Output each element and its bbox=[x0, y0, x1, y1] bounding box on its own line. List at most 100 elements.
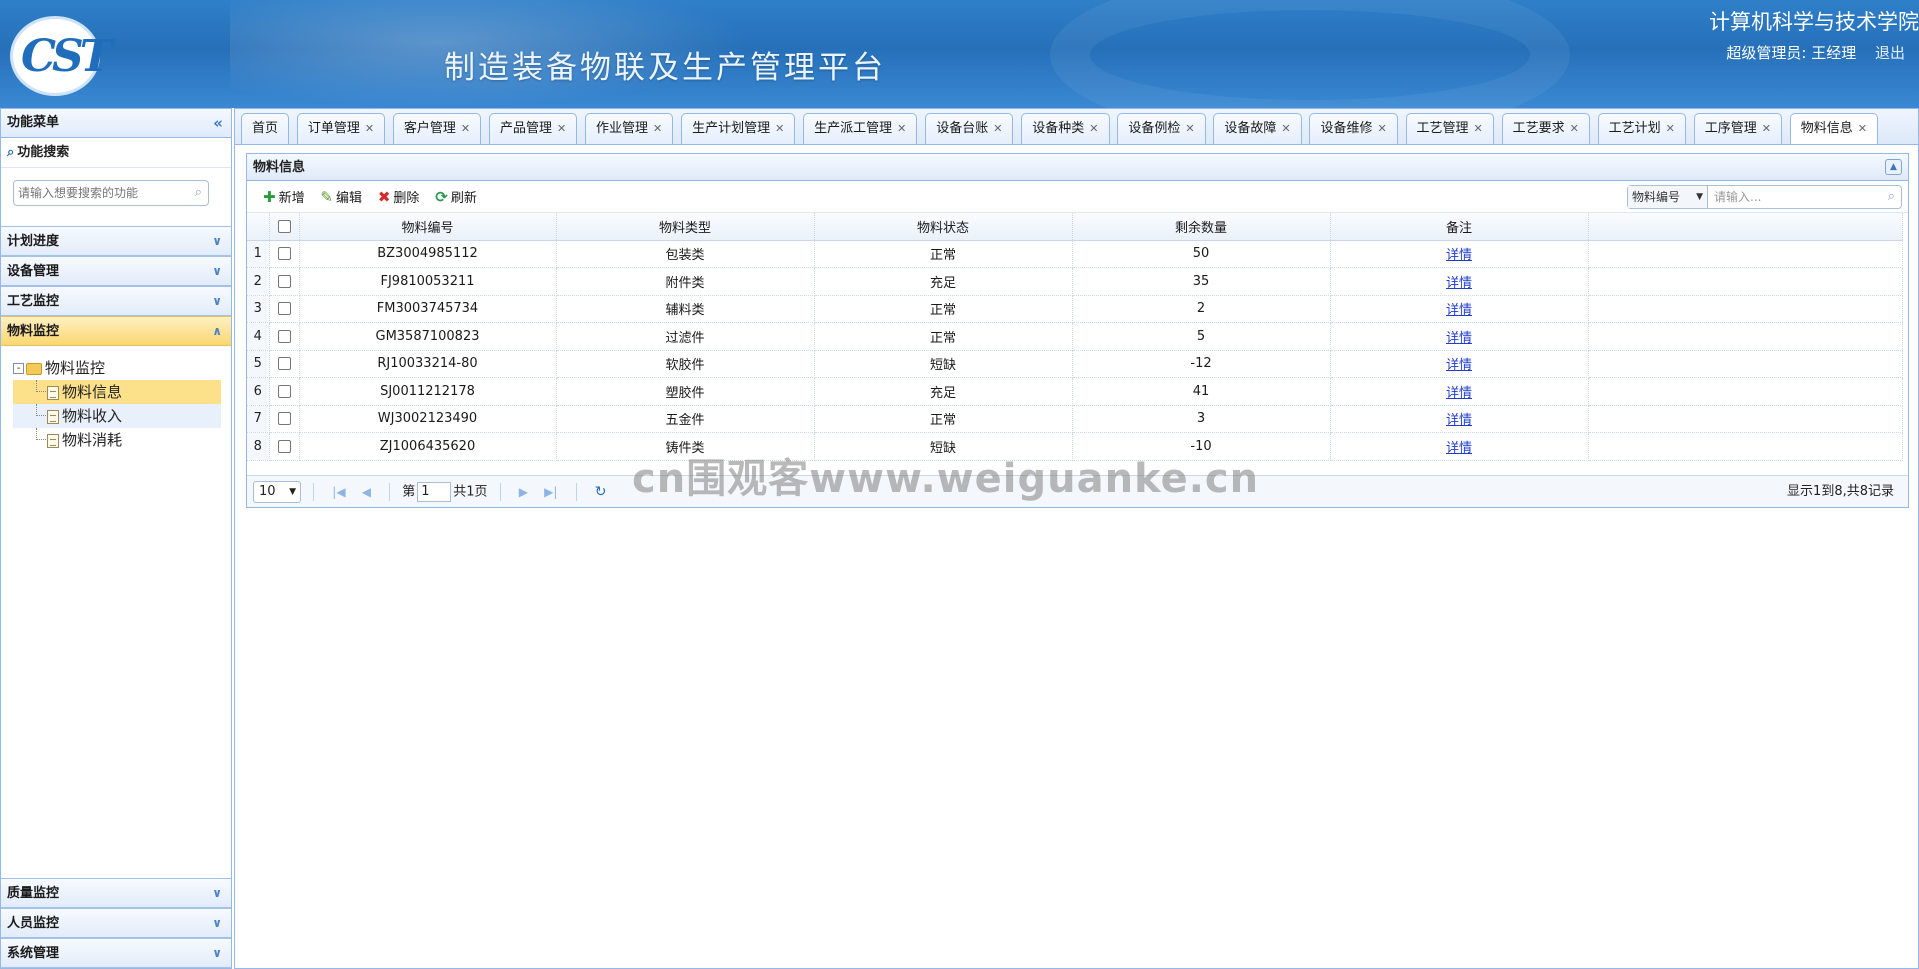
close-icon[interactable]: ✕ bbox=[653, 122, 662, 135]
collapse-sidebar-icon[interactable]: « bbox=[213, 109, 223, 137]
close-icon[interactable]: ✕ bbox=[775, 122, 784, 135]
row-checkbox-cell[interactable] bbox=[269, 322, 300, 351]
menu-group-quality[interactable]: 质量监控 ∨ bbox=[1, 878, 231, 908]
search-icon[interactable]: ⌕ bbox=[195, 185, 202, 200]
close-icon[interactable]: ✕ bbox=[1570, 122, 1579, 135]
tab-equipment-types[interactable]: 设备种类 ✕ bbox=[1021, 113, 1110, 144]
details-link[interactable]: 详情 bbox=[1446, 248, 1472, 263]
edit-button[interactable]: ✎ 编辑 bbox=[320, 181, 362, 215]
tab-equipment-faults[interactable]: 设备故障 ✕ bbox=[1213, 113, 1302, 144]
row-checkbox[interactable] bbox=[277, 357, 291, 371]
close-icon[interactable]: ✕ bbox=[557, 122, 566, 135]
column-header-type[interactable]: 物料类型 bbox=[556, 213, 815, 241]
row-checkbox[interactable] bbox=[277, 412, 291, 426]
select-all-checkbox-cell[interactable] bbox=[269, 213, 300, 241]
column-header-code[interactable]: 物料编号 bbox=[299, 213, 557, 241]
search-icon[interactable]: ⌕ bbox=[1888, 186, 1895, 208]
table-row[interactable]: 6 SJ0011212178 塑胶件 充足 41 详情 bbox=[247, 377, 1903, 406]
column-header-quantity[interactable]: 剩余数量 bbox=[1072, 213, 1331, 241]
tab-home[interactable]: 首页 bbox=[241, 113, 290, 144]
row-checkbox[interactable] bbox=[277, 274, 291, 288]
select-all-checkbox[interactable] bbox=[277, 219, 291, 233]
table-row[interactable]: 4 GM3587100823 过滤件 正常 5 详情 bbox=[247, 322, 1903, 351]
tab-equipment-repair[interactable]: 设备维修 ✕ bbox=[1309, 113, 1398, 144]
close-icon[interactable]: ✕ bbox=[1858, 122, 1867, 135]
collapse-node-icon[interactable]: - bbox=[13, 363, 24, 374]
close-icon[interactable]: ✕ bbox=[993, 122, 1002, 135]
tree-root-material[interactable]: - 物料监控 bbox=[13, 356, 231, 380]
function-search-box[interactable]: ⌕ bbox=[13, 180, 209, 206]
refresh-button[interactable]: ⟳ 刷新 bbox=[435, 181, 477, 215]
details-link[interactable]: 详情 bbox=[1446, 276, 1472, 291]
menu-group-material[interactable]: 物料监控 ∧ bbox=[1, 316, 231, 346]
function-search-input[interactable] bbox=[18, 181, 182, 205]
row-checkbox-cell[interactable] bbox=[269, 240, 300, 268]
tab-material-info[interactable]: 物料信息 ✕ bbox=[1789, 113, 1879, 144]
close-icon[interactable]: ✕ bbox=[1089, 122, 1098, 135]
menu-group-equipment[interactable]: 设备管理 ∨ bbox=[1, 256, 231, 286]
details-link[interactable]: 详情 bbox=[1446, 386, 1472, 401]
row-checkbox-cell[interactable] bbox=[269, 405, 300, 433]
next-page-icon[interactable]: ▶ bbox=[519, 476, 528, 508]
details-link[interactable]: 详情 bbox=[1446, 303, 1472, 318]
row-checkbox-cell[interactable] bbox=[269, 350, 300, 378]
close-icon[interactable]: ✕ bbox=[1377, 122, 1386, 135]
tab-jobs[interactable]: 作业管理 ✕ bbox=[585, 113, 674, 144]
tab-products[interactable]: 产品管理 ✕ bbox=[488, 113, 578, 144]
tab-operation-management[interactable]: 工序管理 ✕ bbox=[1693, 113, 1782, 144]
column-header-remark[interactable]: 备注 bbox=[1330, 213, 1589, 241]
close-icon[interactable]: ✕ bbox=[1762, 122, 1771, 135]
tab-process-requirements[interactable]: 工艺要求 ✕ bbox=[1501, 113, 1590, 144]
tab-equipment-inspection[interactable]: 设备例检 ✕ bbox=[1117, 113, 1206, 144]
menu-group-process[interactable]: 工艺监控 ∨ bbox=[1, 286, 231, 316]
tab-process-plan[interactable]: 工艺计划 ✕ bbox=[1597, 113, 1686, 144]
table-row[interactable]: 1 BZ3004985112 包装类 正常 50 详情 bbox=[247, 240, 1903, 268]
column-header-status[interactable]: 物料状态 bbox=[814, 213, 1073, 241]
page-size-select[interactable]: 10 ▼ bbox=[253, 481, 301, 503]
details-link[interactable]: 详情 bbox=[1446, 413, 1472, 428]
tree-item-material-info[interactable]: 物料信息 bbox=[13, 380, 221, 404]
row-checkbox-cell[interactable] bbox=[269, 295, 300, 323]
tab-customers[interactable]: 客户管理 ✕ bbox=[392, 113, 482, 144]
tab-process-management[interactable]: 工艺管理 ✕ bbox=[1405, 113, 1494, 144]
details-link[interactable]: 详情 bbox=[1446, 441, 1472, 456]
tree-item-material-income[interactable]: 物料收入 bbox=[13, 404, 221, 428]
row-checkbox-cell[interactable] bbox=[269, 432, 300, 461]
prev-page-icon[interactable]: ◀ bbox=[362, 476, 371, 508]
row-checkbox[interactable] bbox=[277, 302, 291, 316]
row-checkbox[interactable] bbox=[277, 439, 291, 453]
menu-group-personnel[interactable]: 人员监控 ∨ bbox=[1, 908, 231, 938]
add-button[interactable]: ✚ 新增 bbox=[263, 181, 305, 215]
table-row[interactable]: 3 FM3003745734 辅料类 正常 2 详情 bbox=[247, 295, 1903, 323]
tab-production-dispatch[interactable]: 生产派工管理 ✕ bbox=[803, 113, 918, 144]
grid-search-input[interactable]: 请输入... bbox=[1708, 190, 1761, 204]
tree-item-material-consumption[interactable]: 物料消耗 bbox=[13, 428, 221, 452]
search-field-select[interactable]: 物料编号 ▼ bbox=[1628, 186, 1708, 208]
collapse-panel-icon[interactable]: ▲ bbox=[1885, 159, 1902, 175]
row-checkbox[interactable] bbox=[277, 329, 291, 343]
last-page-icon[interactable]: ▶| bbox=[544, 476, 557, 508]
details-link[interactable]: 详情 bbox=[1446, 358, 1472, 373]
table-row[interactable]: 7 WJ3002123490 五金件 正常 3 详情 bbox=[247, 405, 1903, 433]
menu-group-system[interactable]: 系统管理 ∨ bbox=[1, 938, 231, 968]
close-icon[interactable]: ✕ bbox=[1474, 122, 1483, 135]
logout-link[interactable]: 退出 bbox=[1875, 44, 1905, 62]
reload-icon[interactable]: ↻ bbox=[595, 476, 607, 508]
close-icon[interactable]: ✕ bbox=[1281, 122, 1290, 135]
row-checkbox[interactable] bbox=[277, 384, 291, 398]
delete-button[interactable]: ✖ 删除 bbox=[378, 181, 420, 215]
close-icon[interactable]: ✕ bbox=[1185, 122, 1194, 135]
tab-equipment-ledger[interactable]: 设备台账 ✕ bbox=[925, 113, 1014, 144]
tab-orders[interactable]: 订单管理 ✕ bbox=[296, 113, 386, 144]
row-checkbox[interactable] bbox=[277, 247, 291, 261]
table-row[interactable]: 2 FJ9810053211 附件类 充足 35 详情 bbox=[247, 267, 1903, 296]
close-icon[interactable]: ✕ bbox=[1666, 122, 1675, 135]
close-icon[interactable]: ✕ bbox=[365, 122, 374, 135]
close-icon[interactable]: ✕ bbox=[897, 122, 906, 135]
row-checkbox-cell[interactable] bbox=[269, 267, 300, 296]
page-number-input[interactable]: 1 bbox=[417, 482, 452, 502]
row-checkbox-cell[interactable] bbox=[269, 377, 300, 406]
close-icon[interactable]: ✕ bbox=[461, 122, 470, 135]
first-page-icon[interactable]: |◀ bbox=[332, 476, 345, 508]
details-link[interactable]: 详情 bbox=[1446, 331, 1472, 346]
